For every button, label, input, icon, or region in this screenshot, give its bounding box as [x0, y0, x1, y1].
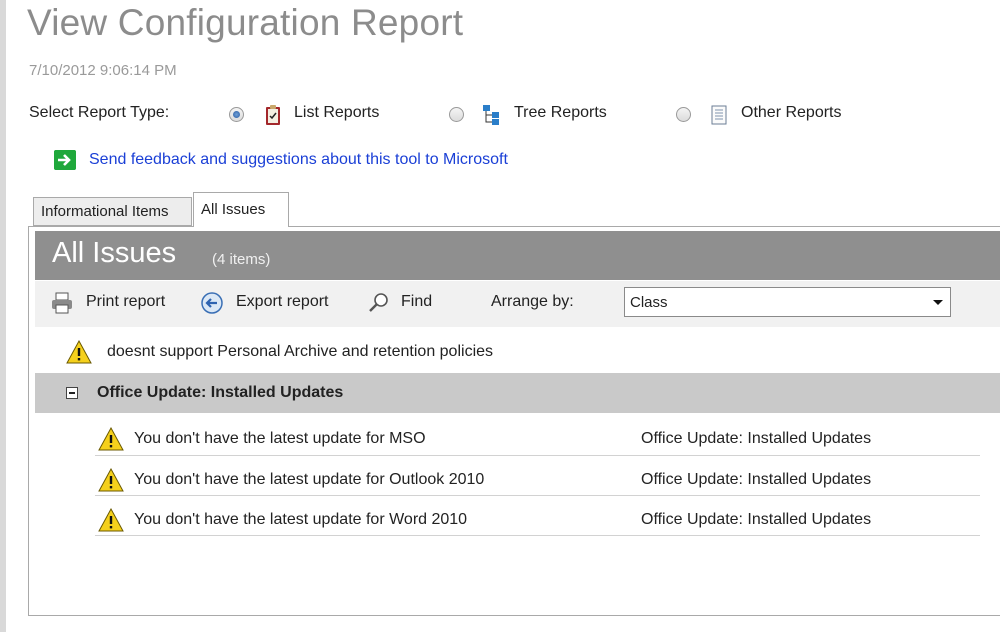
- warning-icon: [98, 427, 124, 451]
- find-button[interactable]: Find: [401, 293, 432, 311]
- warning-icon: [98, 468, 124, 492]
- clipboard-list-icon: [266, 105, 280, 125]
- magnifier-icon[interactable]: [367, 291, 391, 315]
- issue-category: Office Update: Installed Updates: [641, 430, 872, 447]
- warning-icon: [66, 340, 92, 364]
- list-reports-label[interactable]: List Reports: [294, 104, 379, 122]
- print-report-button[interactable]: Print report: [86, 293, 165, 311]
- feedback-link[interactable]: Send feedback and suggestions about this…: [89, 151, 508, 169]
- tab-informational-items[interactable]: Informational Items: [33, 197, 192, 226]
- warning-icon: [98, 508, 124, 532]
- collapse-toggle-icon[interactable]: [66, 387, 78, 399]
- issue-category: Office Update: Installed Updates: [641, 471, 872, 488]
- page-title: View Configuration Report: [27, 2, 464, 43]
- other-reports-radio[interactable]: [676, 107, 691, 122]
- arrange-by-select[interactable]: Class: [624, 287, 951, 317]
- printer-icon[interactable]: [50, 291, 74, 315]
- tree-reports-label[interactable]: Tree Reports: [514, 104, 607, 122]
- issues-title: All Issues: [52, 237, 177, 269]
- issues-header: [35, 231, 1000, 280]
- green-arrow-icon: [54, 150, 76, 170]
- document-icon: [711, 105, 727, 125]
- issue-category: Office Update: Installed Updates: [641, 511, 872, 528]
- row-divider: [95, 535, 980, 536]
- report-timestamp: 7/10/2012 9:06:14 PM: [29, 62, 177, 79]
- group-header-label: Office Update: Installed Updates: [97, 384, 344, 401]
- issue-item[interactable]: You don't have the latest update for MSO: [134, 430, 426, 448]
- export-arrow-icon[interactable]: [200, 291, 224, 315]
- window-left-border: [0, 0, 6, 632]
- report-type-label: Select Report Type:: [29, 104, 170, 121]
- tab-all-issues[interactable]: All Issues: [193, 192, 289, 227]
- tree-reports-radio[interactable]: [449, 107, 464, 122]
- list-reports-radio[interactable]: [229, 107, 244, 122]
- export-report-button[interactable]: Export report: [236, 293, 328, 311]
- issues-count: (4 items): [212, 251, 271, 268]
- other-reports-label[interactable]: Other Reports: [741, 104, 841, 122]
- row-divider: [95, 455, 980, 456]
- arrange-by-value: Class: [630, 294, 668, 311]
- chevron-down-icon: [933, 300, 943, 305]
- row-divider: [95, 495, 980, 496]
- tree-hierarchy-icon: [483, 105, 499, 125]
- issue-item[interactable]: You don't have the latest update for Wor…: [134, 511, 467, 529]
- issue-item[interactable]: You don't have the latest update for Out…: [134, 471, 484, 489]
- arrange-by-label: Arrange by:: [491, 293, 574, 310]
- issue-item[interactable]: doesnt support Personal Archive and rete…: [107, 343, 493, 361]
